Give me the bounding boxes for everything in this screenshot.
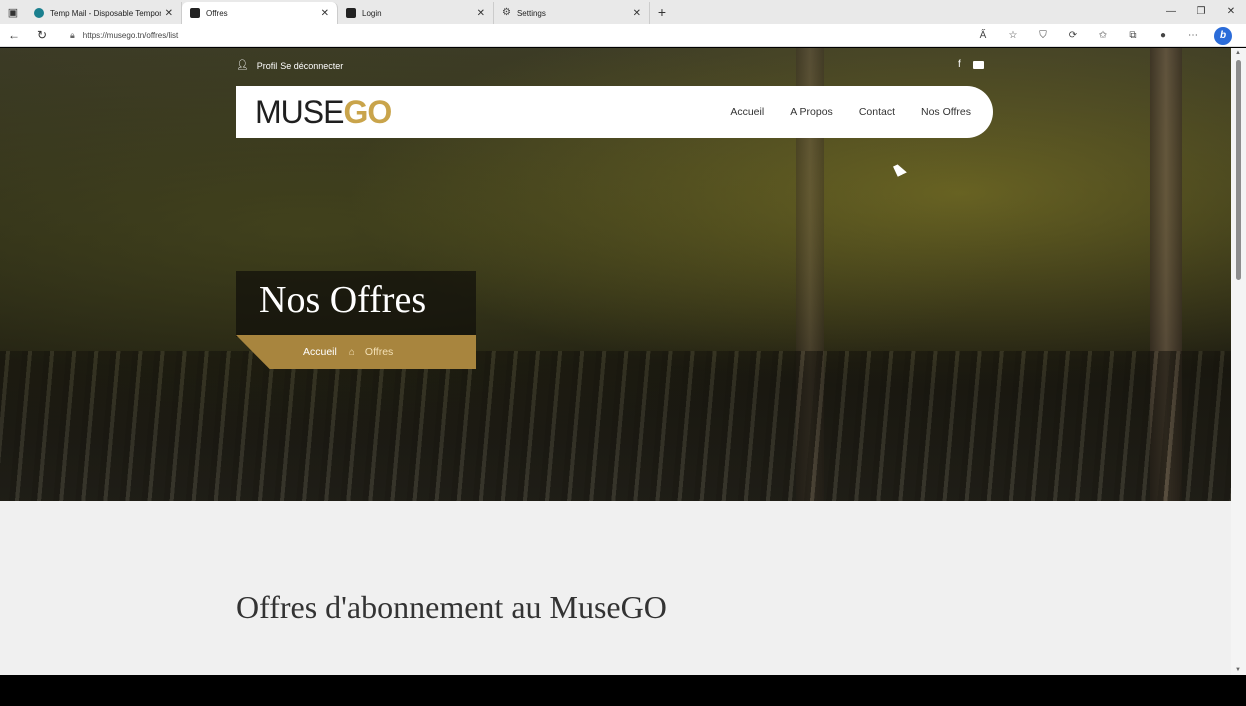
- close-window-icon[interactable]: ✕: [1216, 0, 1246, 24]
- page-title: Nos Offres: [259, 279, 427, 321]
- tab-actions-icon[interactable]: ▣: [0, 0, 26, 24]
- page-viewport: 👤︎ Profil Se déconnecter f MUSEGO Accuei…: [0, 48, 1231, 675]
- user-icon: 👤︎: [236, 60, 249, 71]
- scroll-up-icon[interactable]: ▲: [1235, 50, 1241, 56]
- mouse-cursor-icon: [893, 162, 907, 177]
- address-bar: ← ↻ 🔒︎ https://musego.tn/offres/list A̋ …: [0, 24, 1246, 47]
- nav-item-a-propos[interactable]: A Propos: [790, 106, 833, 118]
- nav-item-nos-offres[interactable]: Nos Offres: [921, 106, 971, 118]
- nav-item-accueil[interactable]: Accueil: [730, 106, 764, 118]
- social-links: f: [958, 59, 984, 70]
- url-text: https://musego.tn/offres/list: [82, 31, 179, 40]
- home-icon: ⌂: [348, 346, 355, 358]
- browser-toolbar-icons: A̋ ☆ ⛉ ⟳ ✩ ⧉ ● ⋯ b: [968, 26, 1238, 45]
- hero-grass-decoration: [0, 351, 1231, 501]
- logo-part-muse: MUSE: [255, 93, 344, 130]
- tab-temp-mail[interactable]: Temp Mail - Disposable Tempora ✕: [26, 2, 182, 24]
- favorites-icon[interactable]: ✩: [1088, 30, 1118, 41]
- extension-shield-icon[interactable]: ⛉: [1028, 30, 1058, 41]
- scrollbar-thumb[interactable]: [1236, 60, 1241, 280]
- breadcrumb: Accueil ⌂ Offres: [236, 335, 476, 369]
- more-menu-icon[interactable]: ⋯: [1178, 30, 1208, 41]
- lock-icon: 🔒︎: [70, 30, 75, 40]
- browser-tab-bar: ▣ Temp Mail - Disposable Tempora ✕ Offre…: [0, 0, 1246, 24]
- profile-avatar-icon[interactable]: ●: [1148, 30, 1178, 41]
- close-tab-icon[interactable]: ✕: [477, 8, 485, 19]
- url-field[interactable]: 🔒︎ https://musego.tn/offres/list: [70, 26, 970, 45]
- collections-icon[interactable]: ⧉: [1118, 30, 1148, 41]
- new-tab-button[interactable]: +: [652, 4, 672, 20]
- musego-favicon-icon: [346, 8, 356, 18]
- restore-icon[interactable]: ❐: [1186, 0, 1216, 24]
- facebook-icon[interactable]: f: [958, 59, 961, 70]
- close-tab-icon[interactable]: ✕: [633, 8, 641, 19]
- read-aloud-icon[interactable]: A̋: [968, 30, 998, 41]
- bing-icon[interactable]: b: [1208, 26, 1238, 45]
- back-arrow-icon[interactable]: ←: [0, 28, 28, 42]
- refresh-icon[interactable]: ↻: [28, 28, 56, 42]
- close-tab-icon[interactable]: ✕: [165, 8, 173, 19]
- tab-login[interactable]: Login ✕: [338, 2, 494, 24]
- window-controls: — ❐ ✕: [1156, 0, 1246, 24]
- tab-label: Settings: [516, 8, 546, 18]
- vertical-scrollbar[interactable]: ▲ ▼: [1231, 48, 1246, 675]
- nav-menu: Accueil A Propos Contact Nos Offres: [730, 86, 971, 138]
- tab-label: Temp Mail - Disposable Tempora: [50, 8, 161, 18]
- close-tab-icon[interactable]: ✕: [321, 8, 329, 19]
- tab-label: Login: [362, 8, 382, 18]
- tab-label: Offres: [206, 8, 228, 18]
- mail-icon[interactable]: [972, 61, 984, 69]
- section-title: Offres d'abonnement au MuseGO: [236, 589, 667, 625]
- extensions-icon[interactable]: ⟳: [1058, 30, 1088, 41]
- breadcrumb-current: Offres: [364, 346, 394, 358]
- add-favorite-icon[interactable]: ☆: [998, 30, 1028, 41]
- tab-offres[interactable]: Offres ✕: [182, 2, 338, 24]
- main-navbar: MUSEGO Accueil A Propos Contact Nos Offr…: [236, 86, 993, 138]
- nav-item-contact[interactable]: Contact: [859, 106, 895, 118]
- profile-link[interactable]: Profil: [257, 61, 278, 71]
- scroll-down-icon[interactable]: ▼: [1235, 667, 1241, 673]
- gear-icon: ⚙: [502, 7, 511, 18]
- hero-banner: 👤︎ Profil Se déconnecter f MUSEGO Accuei…: [0, 48, 1231, 501]
- logo-part-go: GO: [343, 93, 392, 130]
- tab-settings[interactable]: ⚙ Settings ✕: [494, 2, 650, 24]
- musego-favicon-icon: [190, 8, 200, 18]
- logout-link[interactable]: Se déconnecter: [280, 61, 343, 71]
- logo[interactable]: MUSEGO: [255, 93, 392, 131]
- temp-mail-favicon-icon: [34, 8, 44, 18]
- top-user-bar: 👤︎ Profil Se déconnecter: [236, 60, 343, 71]
- breadcrumb-home-link[interactable]: Accueil: [303, 346, 337, 358]
- minimize-icon[interactable]: —: [1156, 0, 1186, 24]
